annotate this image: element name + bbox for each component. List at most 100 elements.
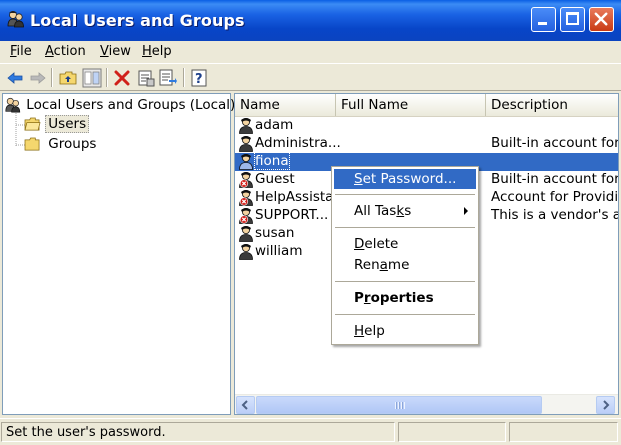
user-icon	[239, 226, 253, 242]
table-row[interactable]: adam	[235, 117, 618, 135]
status-text: Set the user's password.	[6, 425, 166, 440]
menu-file[interactable]: File	[10, 44, 32, 59]
toolbar-separator	[106, 68, 108, 87]
tree-item-groups-label: Groups	[48, 136, 97, 152]
mmc-window: Local Users and Groups File Action View …	[0, 0, 621, 445]
delete-accel: D	[354, 236, 365, 252]
forward-arrow-icon[interactable]	[28, 68, 48, 88]
column-header-name[interactable]: Name	[235, 94, 336, 116]
menu-action-accel: A	[45, 44, 54, 59]
column-header-full-name[interactable]: Full Name	[336, 94, 486, 116]
status-cell-main: Set the user's password.	[1, 422, 395, 442]
user-name-cell: william	[255, 243, 303, 259]
show-hide-tree-icon[interactable]	[82, 68, 102, 88]
folder-open-icon	[24, 117, 41, 130]
properties-accel: r	[363, 290, 371, 306]
user-name-cell: susan	[255, 225, 295, 241]
delete-rest: elete	[364, 236, 399, 252]
tree-root[interactable]: Local Users and Groups (Local)	[4, 96, 235, 114]
menu-item-delete[interactable]: Delete	[334, 234, 476, 254]
toolbar: ?	[0, 63, 621, 91]
user-name-cell: fiona	[254, 152, 290, 170]
scroll-grip	[395, 402, 405, 409]
close-button[interactable]	[589, 7, 614, 32]
horizontal-scrollbar[interactable]	[235, 394, 618, 414]
properties-rest: operties	[370, 290, 434, 306]
user-name-cell: Administra...	[255, 135, 341, 151]
disabled-user-icon	[239, 172, 253, 188]
help-accel: H	[354, 323, 365, 339]
disabled-user-icon	[239, 208, 253, 224]
chevron-left-icon	[241, 400, 248, 410]
menu-action[interactable]: Action	[45, 44, 86, 59]
disabled-user-icon	[239, 190, 253, 206]
set-password-accel: S	[354, 171, 363, 187]
list-header: Name Full Name Description	[235, 94, 618, 117]
all-tasks-accel: k	[396, 203, 405, 219]
properties-icon[interactable]	[136, 68, 156, 88]
menu-view-accel: V	[100, 44, 109, 59]
tree-item-users[interactable]: Users	[24, 115, 90, 133]
menu-item-all-tasks[interactable]: All Tasks	[334, 201, 476, 221]
menu-separator	[335, 194, 475, 195]
menu-help[interactable]: Help	[142, 44, 172, 59]
title-bar[interactable]: Local Users and Groups	[0, 0, 621, 41]
menu-separator	[335, 227, 475, 228]
menu-help-rest: elp	[151, 44, 172, 59]
menu-view[interactable]: View	[100, 44, 131, 59]
properties-pre: P	[354, 290, 364, 306]
user-icon	[239, 118, 253, 134]
scroll-left-button[interactable]	[236, 396, 255, 414]
help-rest: elp	[364, 323, 385, 339]
column-header-description[interactable]: Description	[486, 94, 618, 116]
description-cell: Built-in account for a	[491, 135, 619, 151]
delete-icon[interactable]	[112, 68, 132, 88]
table-row[interactable]: Administra... Built-in account for a	[235, 135, 619, 153]
description-cell: This is a vendor's acc	[491, 207, 618, 223]
export-list-icon[interactable]	[158, 68, 178, 88]
menu-separator	[335, 314, 475, 315]
menu-item-set-password[interactable]: Set Password...	[334, 169, 476, 189]
maximize-icon	[566, 12, 579, 25]
toolbar-separator	[183, 68, 185, 87]
menu-item-help[interactable]: Help	[334, 321, 476, 341]
all-tasks-pre: All Tas	[354, 203, 397, 219]
tree-item-groups[interactable]: Groups	[24, 136, 96, 152]
rename-rest: me	[387, 257, 410, 273]
users-app-icon	[7, 11, 24, 28]
menu-separator	[335, 281, 475, 282]
all-tasks-rest: s	[404, 203, 412, 219]
maximize-button[interactable]	[560, 7, 585, 32]
users-groups-icon	[5, 97, 21, 113]
status-cell-3	[509, 422, 618, 442]
user-name-cell: Guest	[255, 171, 295, 187]
svg-text:?: ?	[195, 72, 203, 87]
menu-item-properties[interactable]: Properties	[334, 288, 476, 308]
menu-help-accel: H	[142, 44, 152, 59]
minimize-button[interactable]	[531, 7, 556, 32]
toolbar-separator	[51, 68, 53, 87]
user-icon	[239, 244, 253, 260]
window-title: Local Users and Groups	[30, 11, 245, 30]
up-folder-icon[interactable]	[58, 68, 78, 88]
menu-view-rest: iew	[108, 44, 131, 59]
submenu-arrow-icon	[464, 207, 468, 215]
status-cell-2	[398, 422, 506, 442]
status-bar: Set the user's password.	[0, 418, 621, 445]
menu-item-rename[interactable]: Rename	[334, 255, 476, 275]
tree-root-label: Local Users and Groups (Local)	[26, 97, 236, 113]
user-name-cell: adam	[255, 117, 294, 133]
help-icon[interactable]: ?	[190, 68, 210, 88]
user-icon	[239, 154, 253, 170]
scroll-right-button[interactable]	[596, 396, 615, 414]
chevron-right-icon	[603, 400, 610, 410]
folder-icon	[24, 137, 40, 150]
rename-pre: Ren	[354, 257, 380, 273]
description-cell: Account for Providin	[491, 189, 619, 205]
description-cell: Built-in account for g	[491, 171, 619, 187]
minimize-icon	[538, 22, 547, 25]
set-password-rest: et Password...	[362, 171, 457, 187]
scroll-thumb[interactable]	[256, 396, 542, 414]
back-arrow-icon[interactable]	[5, 68, 25, 88]
user-icon	[239, 136, 253, 152]
